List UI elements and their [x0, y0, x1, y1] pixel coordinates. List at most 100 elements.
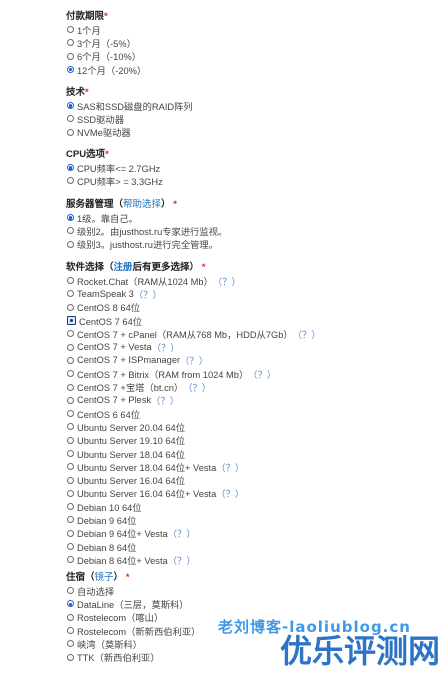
radio-unchecked-icon[interactable]	[67, 343, 74, 351]
software-option[interactable]: Ubuntu Server 16.04 64位	[67, 473, 436, 486]
radio-unchecked-icon[interactable]	[67, 240, 74, 248]
radio-unchecked-icon[interactable]	[67, 463, 74, 471]
cpu-title-text: CPU选项	[66, 149, 106, 160]
radio-unchecked-icon[interactable]	[67, 115, 74, 123]
software-option[interactable]: CentOS 7 + ISPmanager （？）	[67, 354, 436, 367]
software-option[interactable]: TeamSpeak 3 （？）	[67, 287, 436, 300]
tech-option-label: SAS和SSD磁盘的RAID阵列	[77, 101, 193, 112]
software-option[interactable]: Debian 10 64位	[67, 500, 436, 513]
help-question-link[interactable]: （？）	[183, 380, 211, 394]
radio-unchecked-icon[interactable]	[67, 613, 74, 621]
radio-unchecked-icon[interactable]	[67, 529, 74, 537]
software-option[interactable]: CentOS 7 +宝塔（bt.cn） （？）	[67, 380, 436, 393]
software-option[interactable]: Ubuntu Server 18.04 64位+ Vesta （？）	[67, 460, 436, 473]
radio-unchecked-icon[interactable]	[67, 383, 74, 391]
radio-unchecked-icon[interactable]	[67, 410, 74, 418]
radio-unchecked-icon[interactable]	[67, 556, 74, 564]
register-link[interactable]: 注册	[114, 262, 133, 273]
radio-unchecked-icon[interactable]	[67, 640, 74, 648]
radio-unchecked-icon[interactable]	[67, 277, 74, 285]
billing-option[interactable]: 1个月	[67, 23, 436, 36]
help-question-link[interactable]: （？）	[293, 327, 321, 341]
cpu-title: CPU选项*	[66, 148, 436, 161]
software-option[interactable]: Ubuntu Server 18.04 64位	[67, 447, 436, 460]
software-option[interactable]: Rocket.Chat（RAM从1024 Mb） （？）	[67, 274, 436, 287]
location-option[interactable]: 自动选择	[67, 584, 436, 597]
radio-unchecked-icon[interactable]	[67, 128, 74, 136]
radio-unchecked-icon[interactable]	[67, 330, 74, 338]
tech-title: 技术*	[66, 86, 436, 99]
radio-unchecked-icon[interactable]	[67, 356, 74, 364]
radio-checked-icon[interactable]	[67, 316, 76, 326]
radio-unchecked-icon[interactable]	[67, 423, 74, 431]
billing-option[interactable]: 6个月（-10%）	[67, 50, 436, 63]
software-option[interactable]: CentOS 7 64位	[67, 314, 436, 327]
software-option[interactable]: CentOS 6 64位	[67, 407, 436, 420]
radio-unchecked-icon[interactable]	[67, 370, 74, 378]
radio-unchecked-icon[interactable]	[67, 303, 74, 311]
software-option[interactable]: Debian 9 64位+ Vesta （？）	[67, 527, 436, 540]
radio-checked-icon[interactable]	[67, 214, 74, 222]
radio-unchecked-icon[interactable]	[67, 177, 74, 185]
software-option-label: CentOS 7 64位	[79, 316, 143, 327]
radio-unchecked-icon[interactable]	[67, 476, 74, 484]
radio-unchecked-icon[interactable]	[67, 587, 74, 595]
tech-option[interactable]: SSD驱动器	[67, 112, 436, 125]
software-option[interactable]: CentOS 7 + cPanel（RAM从768 Mb，HDD从7Gb） （？）	[67, 327, 436, 340]
management-option[interactable]: 级别2。由justhost.ru专家进行监视。	[67, 224, 436, 237]
help-question-link[interactable]: （？）	[151, 393, 179, 407]
help-question-link[interactable]: （？）	[180, 353, 208, 367]
help-question-link[interactable]: （？）	[168, 526, 196, 540]
radio-unchecked-icon[interactable]	[67, 396, 74, 404]
help-choose-link[interactable]: 帮助选择	[123, 199, 161, 210]
help-question-link[interactable]: （？）	[216, 486, 244, 500]
radio-unchecked-icon[interactable]	[67, 26, 74, 34]
mirror-link[interactable]: 镜子	[95, 572, 114, 583]
software-option[interactable]: CentOS 7 + Plesk （？）	[67, 394, 436, 407]
help-question-link[interactable]: （？）	[152, 340, 180, 354]
tech-option[interactable]: SAS和SSD磁盘的RAID阵列	[67, 99, 436, 112]
help-question-link[interactable]: （？）	[168, 553, 196, 567]
radio-checked-icon[interactable]	[67, 102, 74, 110]
watermark-site-text: 优乐评测网	[280, 632, 441, 670]
radio-unchecked-icon[interactable]	[67, 436, 74, 444]
software-option[interactable]: Debian 9 64位	[67, 513, 436, 526]
radio-unchecked-icon[interactable]	[67, 290, 74, 298]
software-option[interactable]: Ubuntu Server 20.04 64位	[67, 420, 436, 433]
software-option[interactable]: Debian 8 64位	[67, 540, 436, 553]
help-question-link[interactable]: （？）	[216, 460, 244, 474]
cpu-option[interactable]: CPU频率> = 3.3GHz	[67, 174, 436, 187]
radio-unchecked-icon[interactable]	[67, 39, 74, 47]
radio-unchecked-icon[interactable]	[67, 227, 74, 235]
radio-unchecked-icon[interactable]	[67, 489, 74, 497]
radio-unchecked-icon[interactable]	[67, 450, 74, 457]
management-option[interactable]: 级别3。justhost.ru进行完全管理。	[67, 238, 436, 251]
tech-title-text: 技术	[66, 87, 86, 98]
tech-option[interactable]: NVMe驱动器	[67, 126, 436, 139]
radio-unchecked-icon[interactable]	[67, 503, 74, 511]
radio-unchecked-icon[interactable]	[67, 516, 74, 524]
billing-option[interactable]: 12个月（-20%）	[67, 63, 436, 76]
management-option[interactable]: 1级。靠自己。	[67, 211, 436, 224]
help-question-link[interactable]: （？）	[134, 287, 162, 301]
software-option[interactable]: Ubuntu Server 16.04 64位+ Vesta （？）	[67, 487, 436, 500]
software-option[interactable]: Ubuntu Server 19.10 64位	[67, 434, 436, 447]
software-option[interactable]: Debian 8 64位+ Vesta （？）	[67, 553, 436, 566]
billing-option[interactable]: 3个月（-5%）	[67, 36, 436, 49]
software-option[interactable]: CentOS 7 + Bitrix（RAM from 1024 Mb） （？）	[67, 367, 436, 380]
radio-unchecked-icon[interactable]	[67, 653, 74, 661]
radio-unchecked-icon[interactable]	[67, 543, 74, 551]
cpu-option[interactable]: CPU频率<= 2.7GHz	[67, 161, 436, 174]
radio-checked-icon[interactable]	[67, 164, 74, 172]
software-option[interactable]: CentOS 7 + Vesta （？）	[67, 340, 436, 353]
software-option[interactable]: CentOS 8 64位	[67, 301, 436, 314]
cpu-section: CPU选项* CPU频率<= 2.7GHz CPU频率> = 3.3GHz	[66, 148, 436, 188]
radio-unchecked-icon[interactable]	[67, 52, 74, 60]
radio-checked-icon[interactable]	[67, 66, 74, 74]
software-option-label: TeamSpeak 3	[77, 288, 134, 299]
radio-unchecked-icon[interactable]	[67, 627, 74, 635]
software-option-label: CentOS 7 + Vesta	[77, 342, 152, 353]
help-question-link[interactable]: （？）	[248, 367, 276, 381]
help-question-link[interactable]: （？）	[213, 274, 241, 288]
radio-checked-icon[interactable]	[67, 600, 74, 608]
